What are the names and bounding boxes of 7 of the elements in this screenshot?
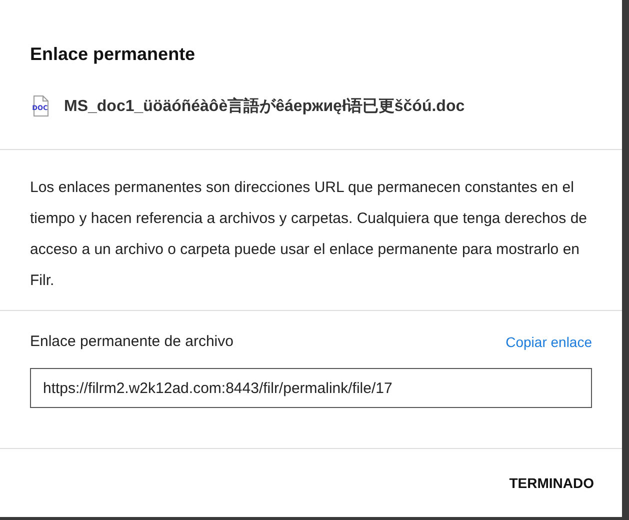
description-text: Los enlaces permanentes son direcciones URL que permanecen constantes en el tiempo y hacen referencia a archivos y carpetas. Cualquiera que tenga derechos de acceso a un archivo o carpeta puede usar el enlace permanente para mostrarlo en Filr. [30, 178, 588, 291]
done-button[interactable]: TERMINADO [505, 471, 598, 495]
file-name: MS_doc1_üöäóñéàôè言語がêáержиęł语已更ščóú.doc [64, 96, 465, 116]
field-label: Enlace permanente de archivo [30, 333, 234, 350]
permalink-field[interactable]: https://filrm2.w2k12ad.com:8443/filr/permalink/file/17 [30, 368, 592, 408]
copy-link[interactable]: Copiar enlace [506, 334, 592, 350]
dialog-title: Enlace permanente [30, 44, 196, 65]
